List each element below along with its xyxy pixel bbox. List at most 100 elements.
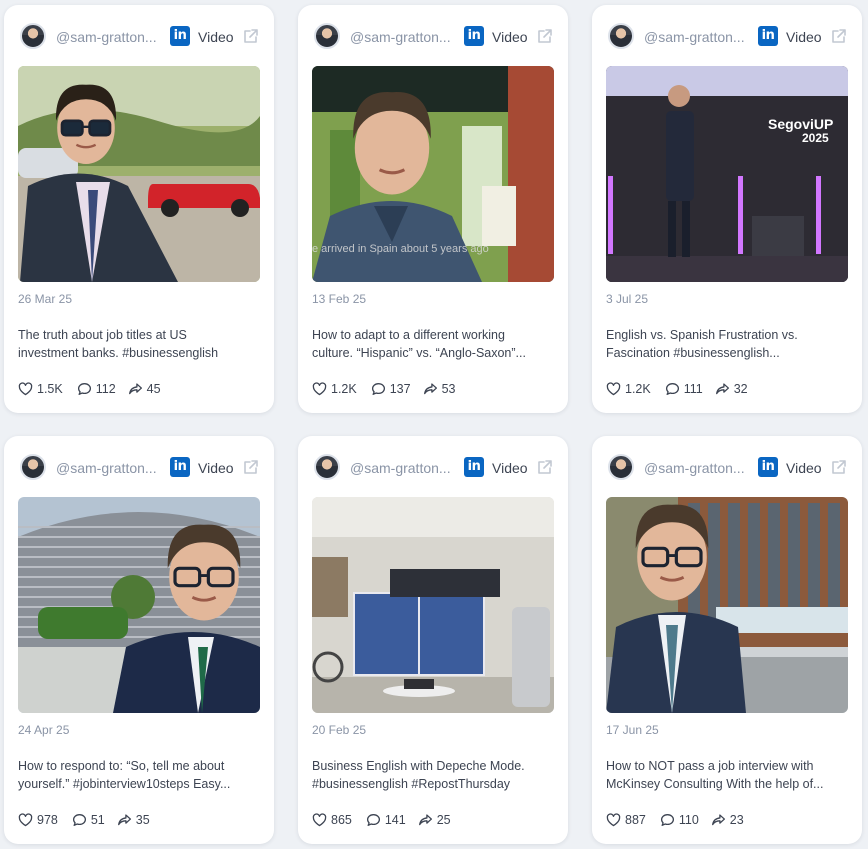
caption-line: #businessenglish #RepostThursday [312, 777, 511, 791]
shares-count: 25 [436, 813, 451, 827]
shares-count: 45 [146, 382, 161, 396]
heart-icon [606, 813, 621, 827]
likes-count: 1.2K [331, 382, 357, 396]
share-icon [117, 814, 131, 826]
comment-icon [72, 814, 86, 826]
card-header: @sam-gratton... in Video [312, 21, 558, 55]
likes-count: 1.5K [37, 382, 63, 396]
comment-icon [77, 383, 91, 395]
card-header: @sam-gratton... in Video [312, 452, 558, 486]
avatar[interactable] [20, 23, 46, 49]
likes-count: 978 [37, 813, 58, 827]
post-type-label: Video [198, 460, 234, 476]
linkedin-icon: in [758, 457, 778, 477]
comment-icon [371, 383, 385, 395]
shares-count: 23 [729, 813, 744, 827]
post-date: 3 Jul 25 [606, 292, 649, 306]
external-link-icon[interactable] [242, 27, 260, 45]
caption-line: culture. “Hispanic” vs. “Anglo-Saxon”... [312, 346, 526, 360]
thumbnail-illustration [18, 66, 260, 282]
external-link-icon[interactable] [536, 458, 554, 476]
post-date: 17 Jun 25 [606, 723, 659, 737]
video-thumbnail[interactable]: e arrived in Spain about 5 years ago [312, 66, 554, 282]
video-thumbnail[interactable] [606, 497, 848, 713]
caption-line: Business English with Depeche Mode. [312, 759, 525, 773]
post-card[interactable]: @sam-gratton... in Video SegoviUP 2025 3… [592, 5, 862, 413]
post-caption: The truth about job titles at US investm… [18, 326, 256, 362]
linkedin-icon: in [170, 26, 190, 46]
caption-line: How to NOT pass a job interview with [606, 759, 814, 773]
avatar[interactable] [314, 454, 340, 480]
post-caption: English vs. Spanish Frustration vs. Fasc… [606, 326, 844, 362]
post-card[interactable]: @sam-gratton... in Video 20 Feb 25 Busin… [298, 436, 568, 844]
caption-line: The truth about job titles at US [18, 328, 187, 342]
post-caption: How to respond to: “So, tell me about yo… [18, 757, 256, 793]
post-date: 13 Feb 25 [312, 292, 367, 306]
external-link-icon[interactable] [536, 27, 554, 45]
avatar[interactable] [20, 454, 46, 480]
caption-line: Fascination #businessenglish... [606, 346, 780, 360]
share-icon [418, 814, 432, 826]
external-link-icon[interactable] [830, 27, 848, 45]
likes-count: 865 [331, 813, 352, 827]
linkedin-icon: in [758, 26, 778, 46]
card-header: @sam-gratton... in Video [18, 452, 264, 486]
comment-icon [665, 383, 679, 395]
linkedin-icon: in [170, 457, 190, 477]
post-card[interactable]: @sam-gratton... in Video e arrived in Sp… [298, 5, 568, 413]
caption-line: McKinsey Consulting With the help of... [606, 777, 824, 791]
video-thumbnail[interactable] [312, 497, 554, 713]
stage-logo-text: SegoviUP [768, 116, 833, 132]
caption-line: yourself.” #jobinterview10steps Easy... [18, 777, 231, 791]
thumbnail-illustration: e arrived in Spain about 5 years ago [312, 66, 554, 282]
post-date: 20 Feb 25 [312, 723, 367, 737]
author-handle[interactable]: @sam-gratton... [56, 460, 162, 476]
comments-count: 110 [678, 813, 699, 827]
author-handle[interactable]: @sam-gratton... [644, 29, 750, 45]
post-caption: How to NOT pass a job interview with McK… [606, 757, 844, 793]
comments-count: 141 [384, 813, 406, 827]
heart-icon [18, 382, 33, 396]
share-icon [423, 383, 437, 395]
shares-count: 35 [135, 813, 150, 827]
shares-count: 53 [441, 382, 456, 396]
comments-count: 112 [95, 382, 116, 396]
external-link-icon[interactable] [830, 458, 848, 476]
thumbnail-illustration [606, 497, 848, 713]
post-card[interactable]: @sam-gratton... in Video 26 Mar 25 The t… [4, 5, 274, 413]
video-caption-overlay: e arrived in Spain about 5 years ago [312, 243, 489, 255]
post-card[interactable]: @sam-gratton... in Video 24 Apr 25 How t… [4, 436, 274, 844]
comments-count: 111 [683, 382, 703, 396]
thumbnail-illustration [18, 497, 260, 713]
comment-icon [660, 814, 674, 826]
author-handle[interactable]: @sam-gratton... [350, 460, 456, 476]
share-icon [715, 383, 729, 395]
avatar[interactable] [608, 23, 634, 49]
share-icon [128, 383, 142, 395]
linkedin-icon: in [464, 457, 484, 477]
caption-line: How to adapt to a different working [312, 328, 505, 342]
video-thumbnail[interactable]: SegoviUP 2025 [606, 66, 848, 282]
author-handle[interactable]: @sam-gratton... [644, 460, 750, 476]
external-link-icon[interactable] [242, 458, 260, 476]
author-handle[interactable]: @sam-gratton... [56, 29, 162, 45]
author-handle[interactable]: @sam-gratton... [350, 29, 456, 45]
card-header: @sam-gratton... in Video [606, 21, 852, 55]
avatar[interactable] [314, 23, 340, 49]
post-type-label: Video [492, 460, 528, 476]
post-type-label: Video [492, 29, 528, 45]
post-card[interactable]: @sam-gratton... in Video 17 Jun 25 How t… [592, 436, 862, 844]
comments-count: 51 [90, 813, 105, 827]
post-type-label: Video [786, 460, 822, 476]
thumbnail-illustration: SegoviUP 2025 [606, 66, 848, 282]
post-date: 24 Apr 25 [18, 723, 70, 737]
avatar[interactable] [608, 454, 634, 480]
likes-count: 887 [625, 813, 646, 827]
post-caption: Business English with Depeche Mode. #bus… [312, 757, 550, 793]
video-thumbnail[interactable] [18, 497, 260, 713]
video-thumbnail[interactable] [18, 66, 260, 282]
card-header: @sam-gratton... in Video [18, 21, 264, 55]
post-date: 26 Mar 25 [18, 292, 73, 306]
comment-icon [366, 814, 380, 826]
caption-line: investment banks. #businessenglish [18, 346, 219, 360]
